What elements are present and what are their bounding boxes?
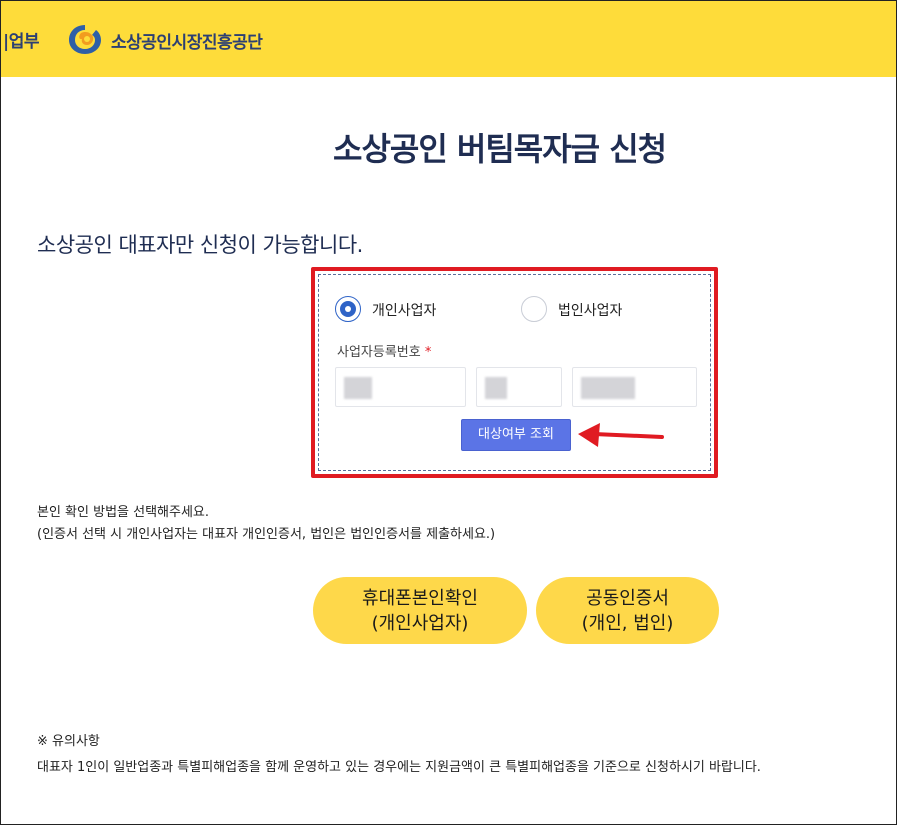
- ministry-name: |업부: [3, 32, 40, 52]
- page-title: 소상공인 버팀목자금 신청: [333, 130, 667, 168]
- redacted-value: [344, 377, 372, 399]
- redacted-value: [485, 377, 507, 399]
- site-header: |업부 소상공인시장진흥공단: [1, 1, 896, 77]
- phone-button-line2: (개인사업자): [371, 612, 469, 634]
- biz-number-input-3[interactable]: [572, 367, 697, 407]
- notice-title: ※ 유의사항: [37, 734, 100, 749]
- biz-number-input-2[interactable]: [476, 367, 562, 407]
- eligibility-subtitle: 소상공인 대표자만 신청이 가능합니다.: [37, 233, 363, 257]
- joint-certificate-button[interactable]: 공동인증서 (개인, 법인): [536, 577, 719, 644]
- required-mark: *: [424, 345, 432, 360]
- biz-number-label-text: 사업자등록번호: [337, 345, 421, 360]
- redacted-value: [581, 377, 635, 399]
- red-arrow-icon: [578, 423, 664, 447]
- org-logo-icon[interactable]: [67, 23, 103, 55]
- eligibility-check-button[interactable]: 대상여부 조회: [461, 419, 571, 451]
- biz-number-label: 사업자등록번호 *: [337, 341, 431, 360]
- biz-number-input-1[interactable]: [335, 367, 466, 407]
- auth-note-line2: (인증서 선택 시 개인사업자는 대표자 개인인증서, 법인은 법인인증서를 제…: [37, 527, 496, 542]
- auth-note-line1: 본인 확인 방법을 선택해주세요.: [37, 505, 210, 520]
- org-name[interactable]: 소상공인시장진흥공단: [111, 28, 263, 53]
- notice-section: ※ 유의사항 대표자 1인이 일반업종과 특별피해업종을 함께 운영하고 있는 …: [37, 729, 761, 781]
- auth-method-note: 본인 확인 방법을 선택해주세요. (인증서 선택 시 개인사업자는 대표자 개…: [37, 502, 495, 546]
- notice-text: 대표자 1인이 일반업종과 특별피해업종을 함께 운영하고 있는 경우에는 지원…: [37, 760, 761, 775]
- phone-verification-button[interactable]: 휴대폰본인확인 (개인사업자): [313, 577, 527, 644]
- phone-button-line1: 휴대폰본인확인: [362, 587, 478, 609]
- radio-individual-label[interactable]: 개인사업자: [372, 300, 436, 320]
- cert-button-line2: (개인, 법인): [581, 612, 674, 634]
- radio-individual[interactable]: [335, 296, 361, 322]
- cert-button-line1: 공동인증서: [586, 587, 669, 609]
- radio-corporate-label[interactable]: 법인사업자: [558, 300, 622, 320]
- radio-corporate[interactable]: [521, 296, 547, 322]
